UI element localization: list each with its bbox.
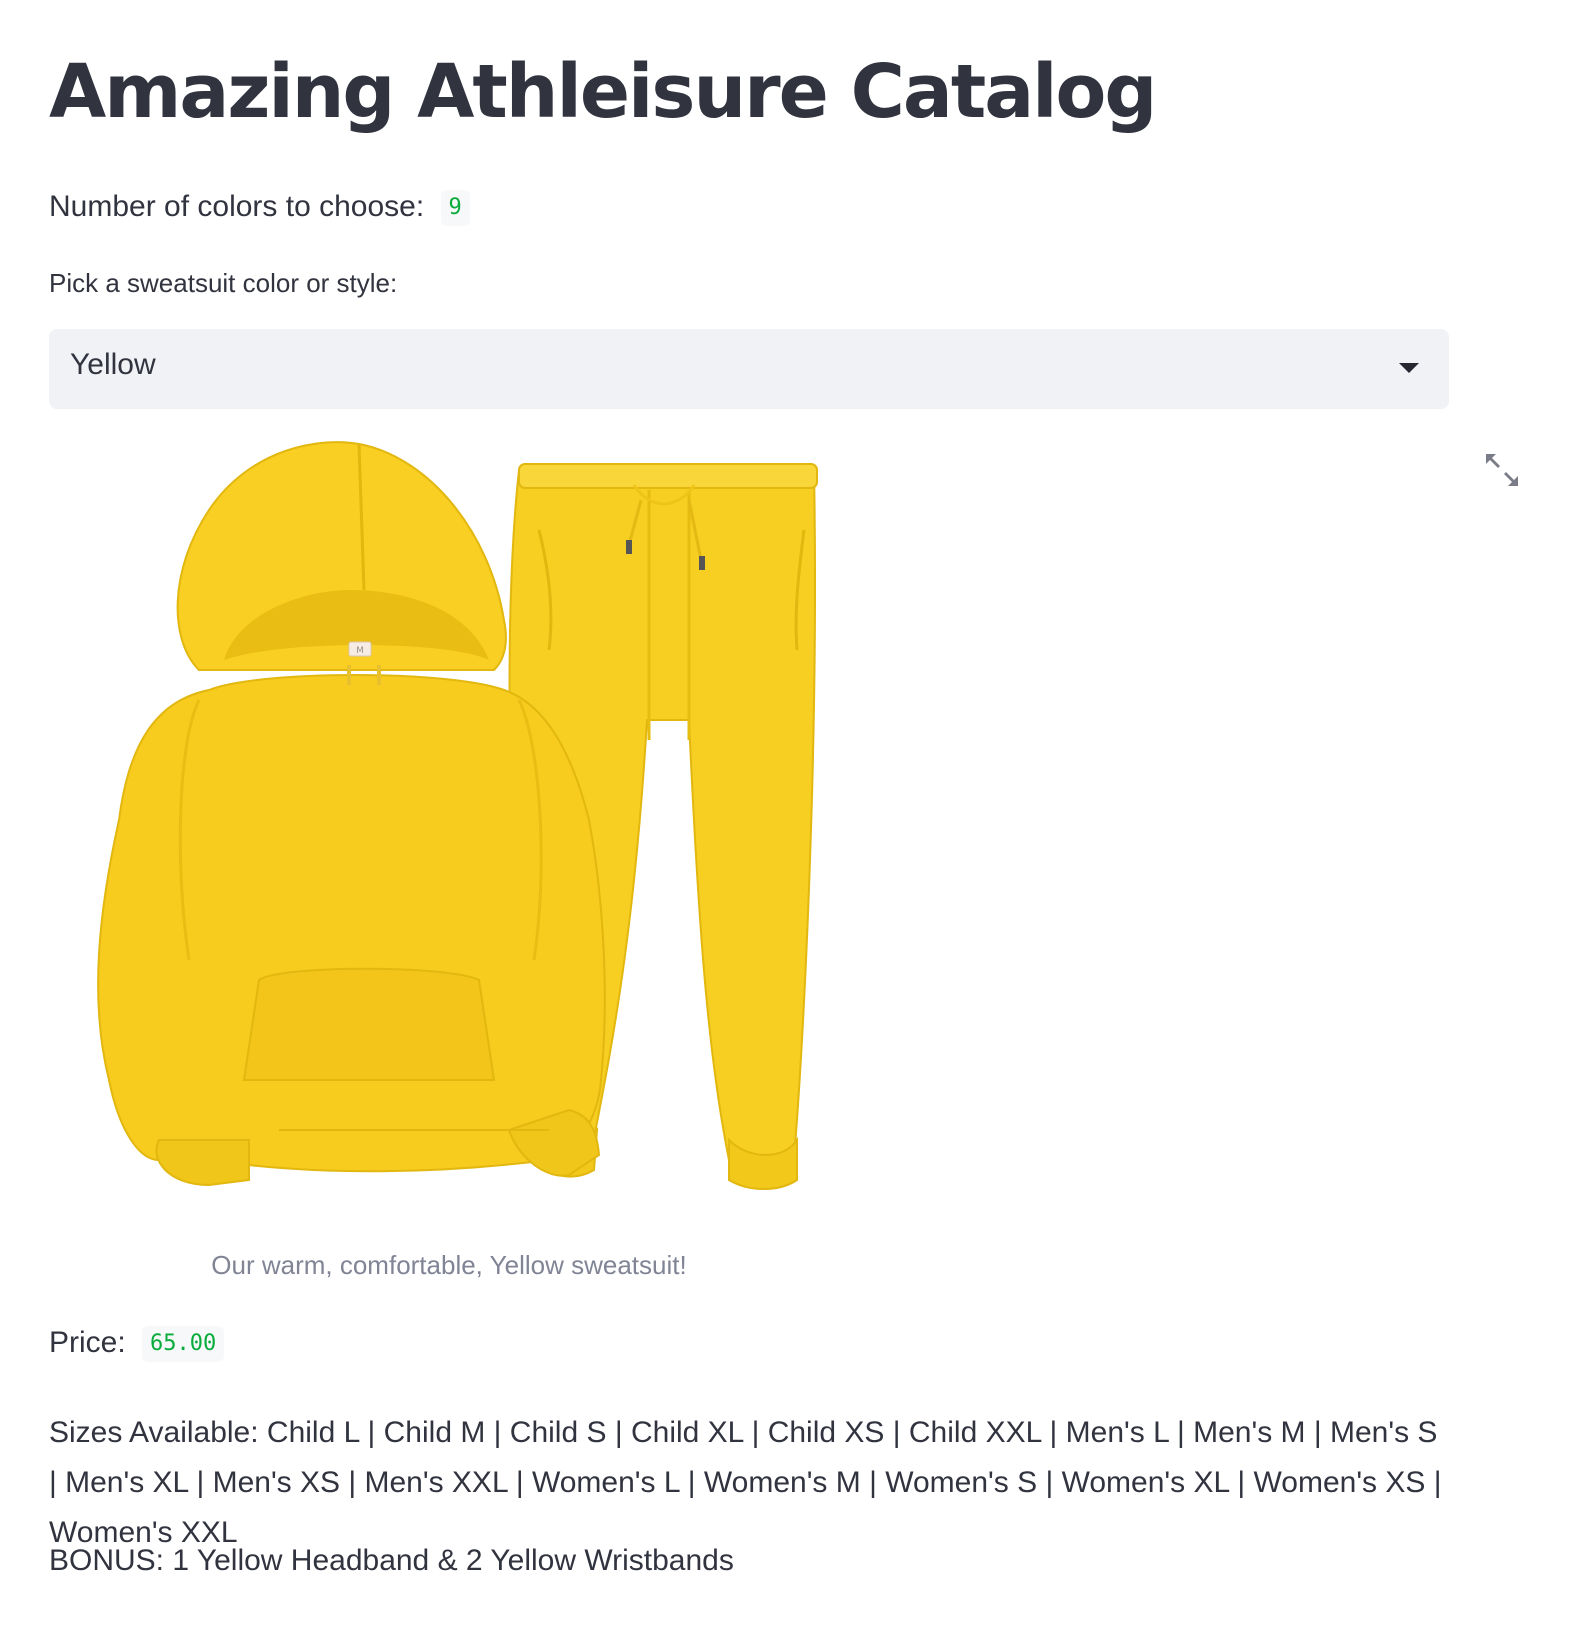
yellow-sweatsuit-image: M [97,441,818,1190]
bonus-text: BONUS: 1 Yellow Headband & 2 Yellow Wris… [49,1544,734,1577]
price-label: Price: [49,1326,126,1359]
chevron-down-icon[interactable] [1399,363,1419,373]
drawstring-tip-2 [699,556,705,570]
image-caption: Our warm, comfortable, Yellow sweatsuit! [211,1250,687,1280]
sweatsuit-image: M [49,440,849,1220]
color-select-value: Yellow [70,348,156,381]
colors-count-value: 9 [440,189,470,227]
svg-text:M: M [356,646,364,656]
price-value: 65.00 [142,1325,225,1363]
color-style-select[interactable]: Yellow [49,329,1449,409]
fullscreen-glyph [1486,454,1518,486]
colors-count-label: Number of colors to choose: [49,190,425,223]
price-line: Price: 65.00 [49,1322,225,1364]
sizes-available: Sizes Available: Child L | Child M | Chi… [49,1416,1442,1549]
fullscreen-icon[interactable] [1480,448,1524,492]
colors-count-line: Number of colors to choose: 9 [49,186,470,228]
page-title: Amazing Athleisure Catalog [49,49,1157,135]
color-select-label: Pick a sweatsuit color or style: [49,268,398,298]
drawstring-tip [626,540,632,554]
